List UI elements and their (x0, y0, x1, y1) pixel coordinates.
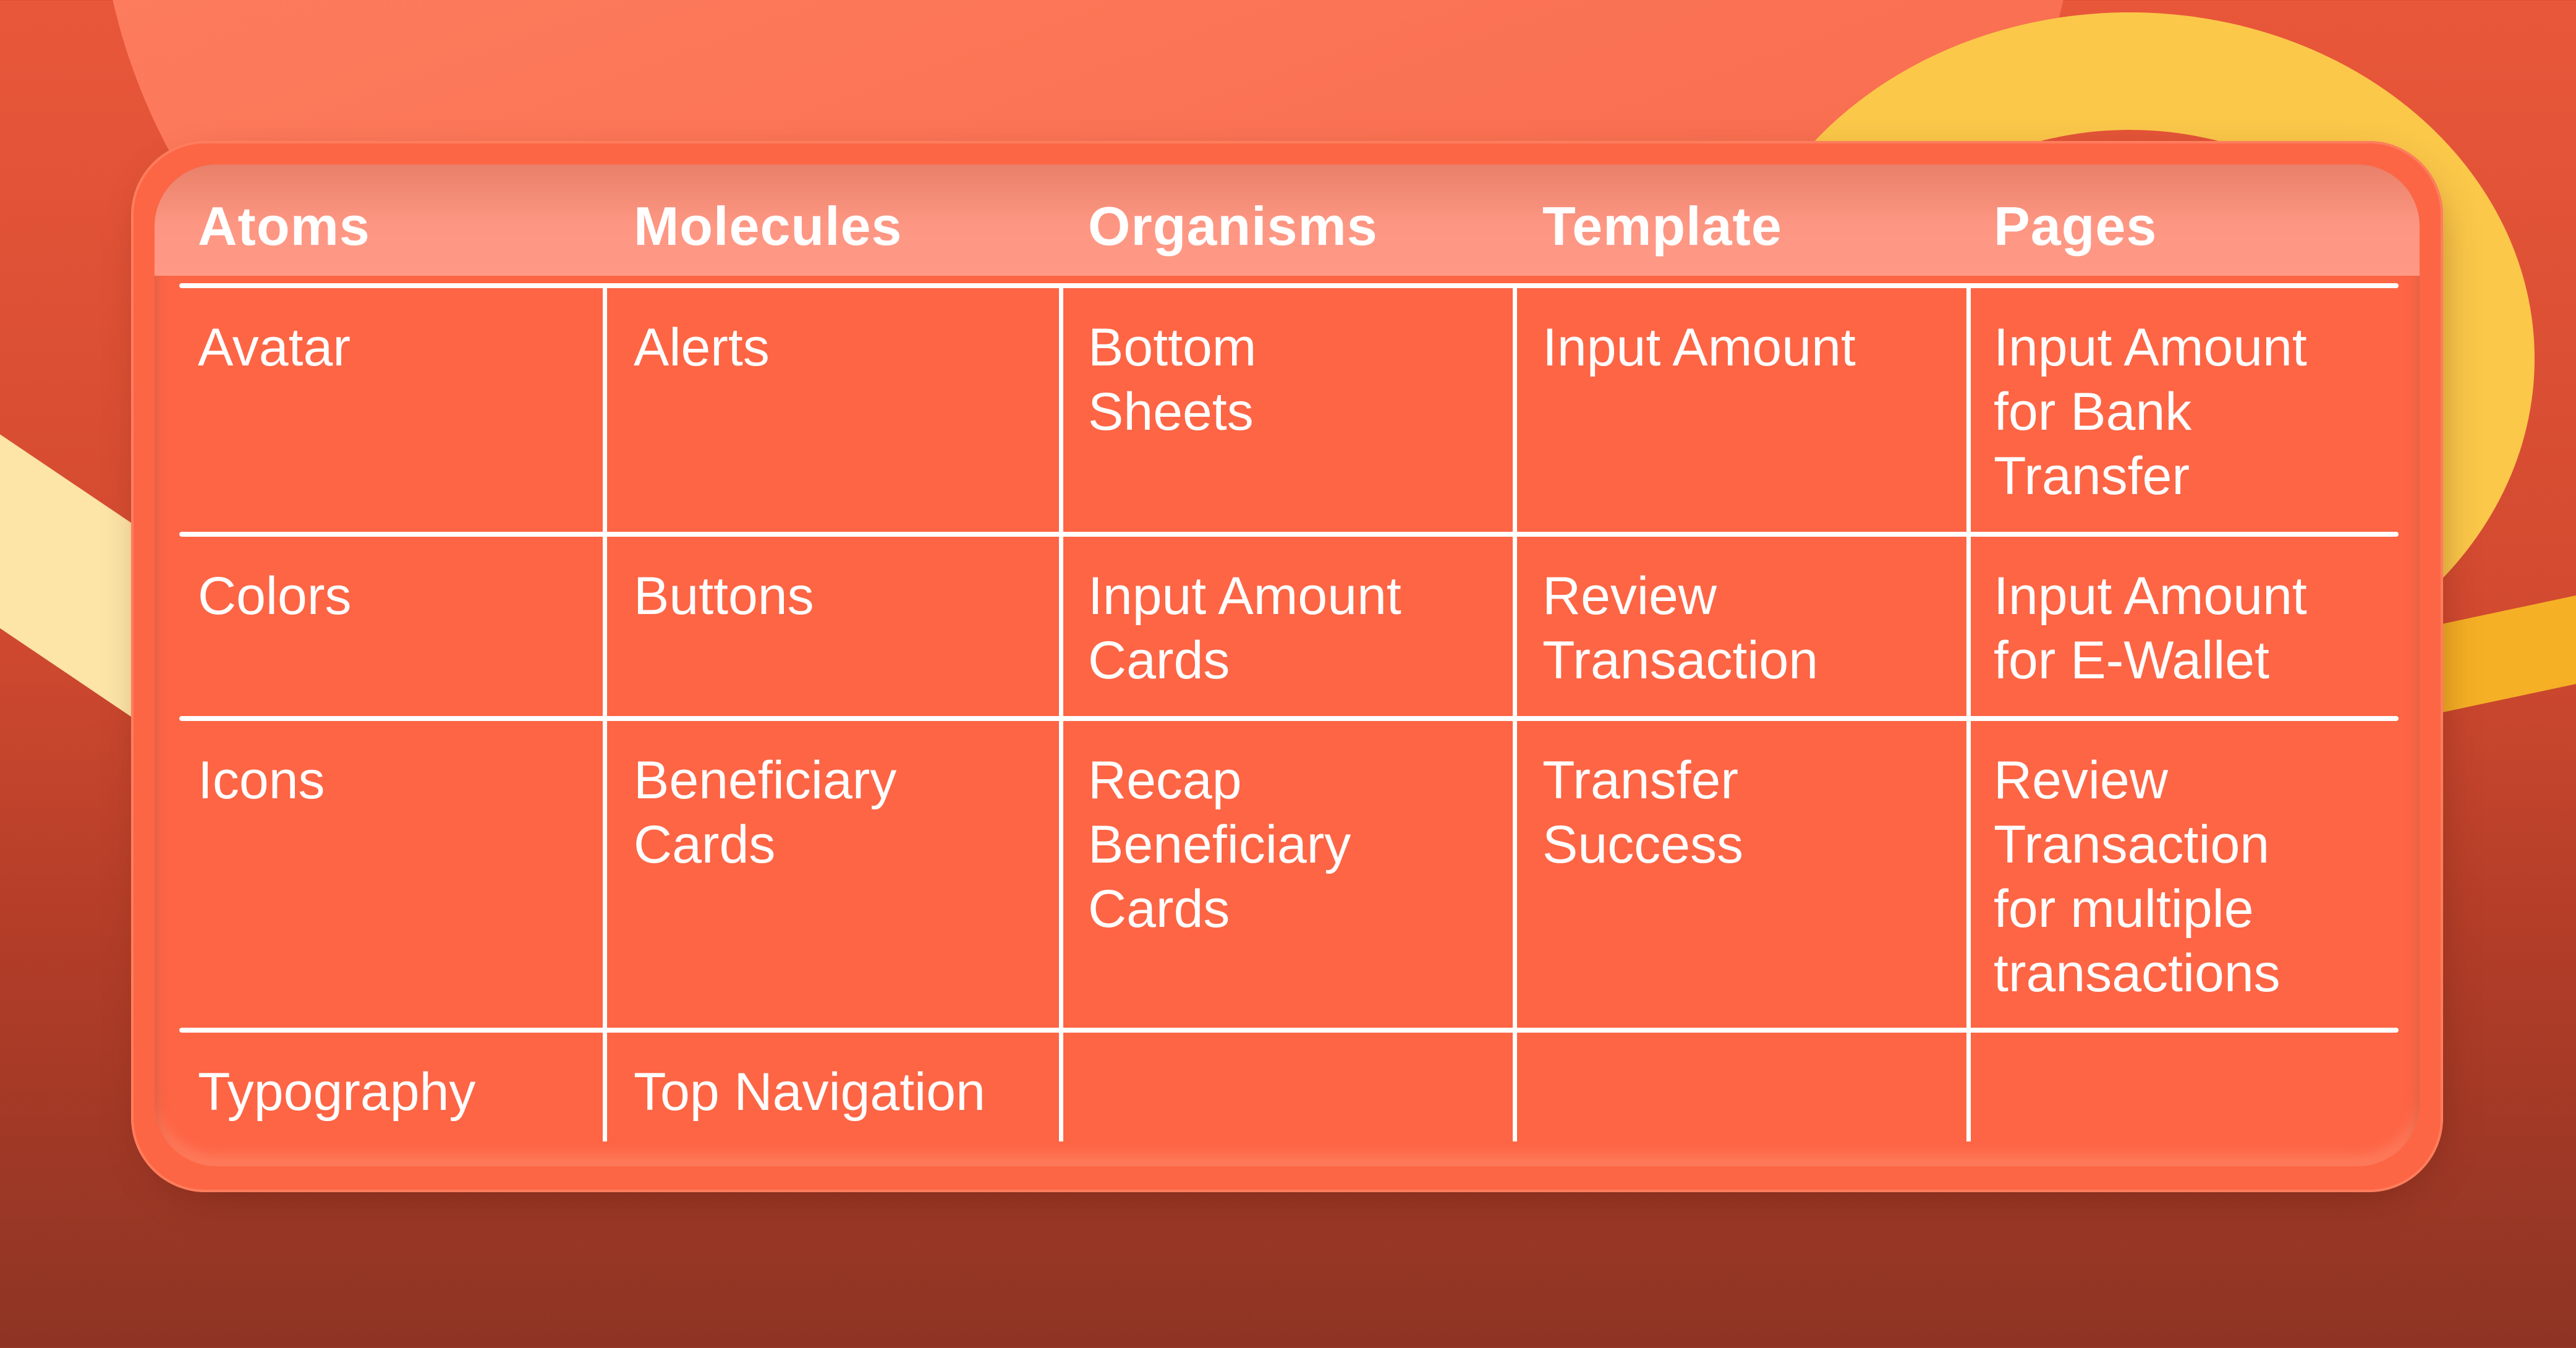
cell-text-line: Cards (634, 815, 776, 874)
cell-text-line: Beneficiary (1088, 815, 1351, 874)
cell-text-line: Recap (1088, 751, 1242, 810)
table-grid: Avatar Alerts Bottom Sheets Input Amount Inpu… (155, 164, 2420, 1166)
cell-text-line: for Bank (1994, 382, 2192, 442)
column-header-pages: Pages (1994, 195, 2157, 257)
table-cell-template: Transfer Success (1542, 748, 1938, 877)
cell-text-line: Input Amount (1994, 566, 2307, 626)
table-cell-atoms: Colors (198, 564, 593, 628)
cell-text-line: Cards (1088, 879, 1230, 939)
cell-text-line: Avatar (198, 318, 351, 377)
table-cell-pages: Input Amount for E-Wallet (1994, 564, 2389, 693)
column-header-atoms: Atoms (198, 195, 370, 257)
column-divider (1059, 286, 1063, 1141)
cell-text-line: Cards (1088, 631, 1230, 690)
cell-text-line: Sheets (1088, 382, 1254, 442)
table-cell-organisms: Input Amount Cards (1088, 564, 1484, 693)
column-header-template: Template (1542, 195, 1782, 257)
cell-text-line: Beneficiary (634, 751, 897, 810)
table-cell-atoms: Typography (198, 1060, 593, 1124)
cell-text-line: Colors (198, 566, 352, 626)
table-cell-organisms: Recap Beneficiary Cards (1088, 748, 1484, 941)
cell-text-line: Buttons (634, 566, 814, 626)
cell-text-line: Review (1542, 566, 1717, 626)
cell-text-line: Transfer (1994, 446, 2190, 506)
atomic-design-table: Avatar Alerts Bottom Sheets Input Amount Inpu… (155, 164, 2420, 1166)
row-divider (179, 1028, 2399, 1033)
cell-text-line: Input Amount (1542, 318, 1856, 377)
cell-text-line: Typography (198, 1062, 476, 1122)
cell-text-line: Success (1542, 815, 1744, 874)
cell-text-line: Review (1994, 751, 2168, 810)
row-divider (179, 716, 2399, 721)
cell-text-line: Transaction (1542, 631, 1819, 690)
cell-text-line: for multiple (1994, 879, 2254, 939)
table-cell-molecules: Alerts (634, 315, 1029, 380)
column-divider (1513, 286, 1517, 1141)
table-cell-molecules: Buttons (634, 564, 1029, 628)
row-divider (179, 532, 2399, 537)
cell-text-line: transactions (1994, 944, 2281, 1003)
column-header-molecules: Molecules (634, 195, 903, 257)
cell-text-line: Icons (198, 751, 325, 810)
table-cell-pages: Input Amount for Bank Transfer (1994, 315, 2389, 508)
table-cell-pages: Review Transaction for multiple transaction… (1994, 748, 2389, 1005)
table-cell-template: Review Transaction (1542, 564, 1938, 693)
table-cell-atoms: Icons (198, 748, 593, 813)
table-cell-template: Input Amount (1542, 315, 1938, 380)
column-divider (1966, 286, 1971, 1141)
cell-text-line: Transaction (1994, 815, 2270, 874)
cell-text-line: Transfer (1542, 751, 1738, 810)
cell-text-line: Top Navigation (634, 1062, 985, 1122)
cell-text-line: Input Amount (1994, 318, 2307, 377)
cell-text-line: Alerts (634, 318, 770, 377)
table-cell-organisms: Bottom Sheets (1088, 315, 1484, 444)
table-cell-molecules: Top Navigation (634, 1060, 1029, 1124)
cell-text-line: Input Amount (1088, 566, 1401, 626)
row-divider (179, 283, 2399, 288)
cell-text-line: Bottom (1088, 318, 1257, 377)
column-header-organisms: Organisms (1088, 195, 1378, 257)
column-divider (603, 286, 607, 1141)
table-cell-atoms: Avatar (198, 315, 593, 380)
cell-text-line: for E-Wallet (1994, 631, 2269, 690)
table-cell-molecules: Beneficiary Cards (634, 748, 1029, 877)
